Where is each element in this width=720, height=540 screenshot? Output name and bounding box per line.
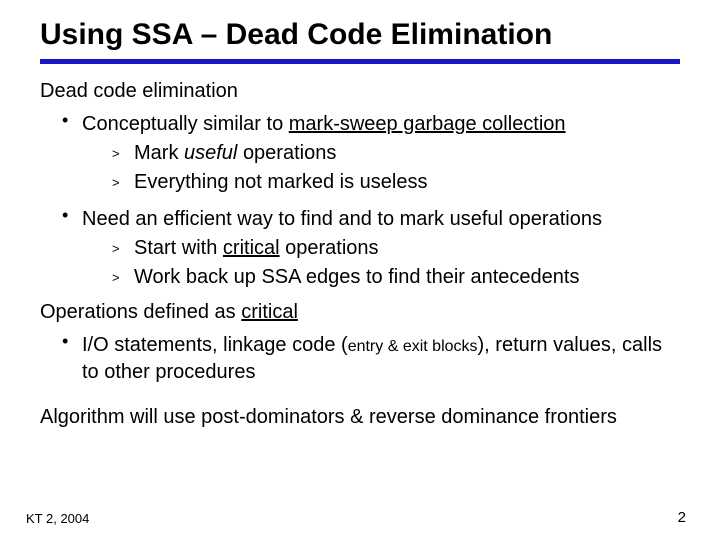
bullet-item: I/O statements, linkage code (entry & ex… — [62, 332, 680, 386]
section-heading-2: Operations defined as critical — [40, 301, 680, 324]
small-text: entry & exit blocks — [348, 338, 478, 355]
italic-text: useful — [184, 142, 243, 164]
underline-text: mark-sweep garbage collection — [289, 113, 566, 135]
footer-left: KT 2, 2004 — [26, 511, 89, 526]
title-rule — [40, 59, 680, 64]
bullet-item: Conceptually similar to mark-sweep garba… — [62, 111, 680, 196]
sub-list: Mark useful operations Everything not ma… — [82, 140, 680, 196]
bullet-list-2: I/O statements, linkage code (entry & ex… — [40, 332, 680, 386]
text: Mark — [134, 142, 184, 164]
sub-item: Mark useful operations — [112, 140, 680, 167]
sub-item: Start with critical operations — [112, 235, 680, 262]
text: Need an efficient way to find and to mar… — [82, 208, 602, 230]
text: operations — [280, 237, 379, 259]
text: Operations defined as — [40, 301, 241, 323]
text: I/O statements, linkage code ( — [82, 334, 348, 356]
underline-text: critical — [223, 237, 280, 259]
slide-title: Using SSA – Dead Code Elimination — [40, 18, 680, 53]
underline-text: critical — [241, 301, 298, 323]
text: operations — [243, 142, 336, 164]
sub-list: Start with critical operations Work back… — [82, 235, 680, 291]
bullet-list-1: Conceptually similar to mark-sweep garba… — [40, 111, 680, 291]
sub-item: Everything not marked is useless — [112, 169, 680, 196]
text: Conceptually similar to — [82, 113, 289, 135]
closing-line: Algorithm will use post-dominators & rev… — [40, 406, 680, 429]
sub-item: Work back up SSA edges to find their ant… — [112, 264, 680, 291]
text: Start with — [134, 237, 223, 259]
slide: Using SSA – Dead Code Elimination Dead c… — [0, 0, 720, 540]
page-number: 2 — [678, 509, 686, 526]
section-heading-1: Dead code elimination — [40, 80, 680, 103]
bullet-item: Need an efficient way to find and to mar… — [62, 206, 680, 291]
